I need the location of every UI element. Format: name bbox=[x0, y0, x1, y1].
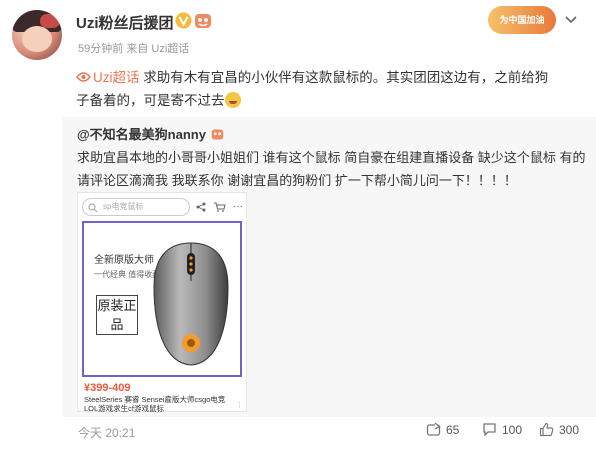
post-source[interactable]: Uzi超话 bbox=[151, 43, 189, 55]
avatar-cap bbox=[40, 14, 60, 28]
product-price: ¥399-409 bbox=[84, 382, 131, 394]
user-name[interactable]: Uzi粉丝后援团 bbox=[76, 12, 174, 33]
promo-title: 全新原版大师 bbox=[94, 255, 154, 266]
post-text-line1: 求助有木有宜昌的小伙伴有这款鼠标的。其实团团这边有，之前给狗 bbox=[139, 70, 549, 85]
comment-button[interactable]: 100 bbox=[482, 422, 522, 437]
verified-v-icon bbox=[175, 12, 192, 29]
laugh-emoji-icon bbox=[224, 92, 241, 108]
topic-link[interactable]: Uzi超话 bbox=[93, 70, 140, 85]
cart-icon bbox=[214, 202, 226, 212]
repost-text-block: @不知名最美狗nanny 求助宜昌本地的小哥哥小姐姐们 谁有这个鼠标 简自豪在组… bbox=[77, 123, 587, 192]
chevron-down-icon[interactable] bbox=[564, 13, 578, 27]
genuine-label: 原装正品 bbox=[96, 295, 138, 335]
product-frame: 全新原版大师 一代经典 值得收藏 原装正品 bbox=[82, 221, 242, 377]
repost-button[interactable]: 65 bbox=[426, 422, 459, 437]
mouse-product-picture bbox=[153, 242, 229, 366]
thumbs-up-icon bbox=[539, 422, 554, 437]
level-badge-icon bbox=[211, 129, 223, 140]
post-time-ago: 59分钟前 bbox=[78, 43, 124, 55]
like-count: 300 bbox=[559, 422, 580, 437]
image-search-bar: sp电竞鼠标 bbox=[82, 198, 190, 216]
more-dots-icon: ··· bbox=[233, 201, 243, 212]
product-image[interactable]: sp电竞鼠标 ··· 全新原版大师 一代经典 值得收藏 原装正品 ¥399-40… bbox=[77, 192, 247, 413]
more-dots-icon: ⋮ bbox=[236, 402, 243, 409]
like-button[interactable]: 300 bbox=[539, 422, 579, 437]
event-banner[interactable]: 为中国加油 bbox=[488, 6, 556, 34]
post-meta: 59分钟前 来自 Uzi超话 bbox=[78, 40, 189, 56]
repost-body-text: 求助宜昌本地的小哥哥小姐姐们 谁有这个鼠标 简自豪在组建直播设备 缺少这个鼠标 … bbox=[77, 150, 586, 188]
avatar[interactable] bbox=[12, 10, 62, 60]
product-title: SteelSeries 赛睿 Sensei雇版大师csgo电竞LOL游戏求生cf… bbox=[84, 395, 226, 413]
post-text-line2: 子备着的，可是寄不过去 bbox=[76, 93, 225, 108]
source-prefix: 来自 bbox=[126, 43, 149, 55]
super-topic-icon bbox=[76, 72, 91, 82]
repost-count: 65 bbox=[446, 422, 460, 437]
weibo-post: Uzi粉丝后援团 59分钟前 来自 Uzi超话 为中国加油 Uzi超话 求助有木… bbox=[0, 0, 596, 452]
avatar-face bbox=[22, 26, 52, 52]
repost-icon bbox=[426, 422, 441, 436]
share-icon bbox=[196, 202, 206, 212]
post-timestamp: 今天 20:21 bbox=[78, 426, 136, 440]
repost-card[interactable]: @不知名最美狗nanny 求助宜昌本地的小哥哥小姐姐们 谁有这个鼠标 简自豪在组… bbox=[62, 117, 596, 417]
repost-author[interactable]: @不知名最美狗nanny bbox=[77, 127, 206, 142]
comment-icon bbox=[483, 423, 496, 437]
comment-count: 100 bbox=[502, 422, 523, 437]
post-content: Uzi超话 求助有木有宜昌的小伙伴有这款鼠标的。其实团团这边有，之前给狗 子备着… bbox=[76, 66, 581, 112]
level-badge-icon bbox=[195, 14, 211, 28]
